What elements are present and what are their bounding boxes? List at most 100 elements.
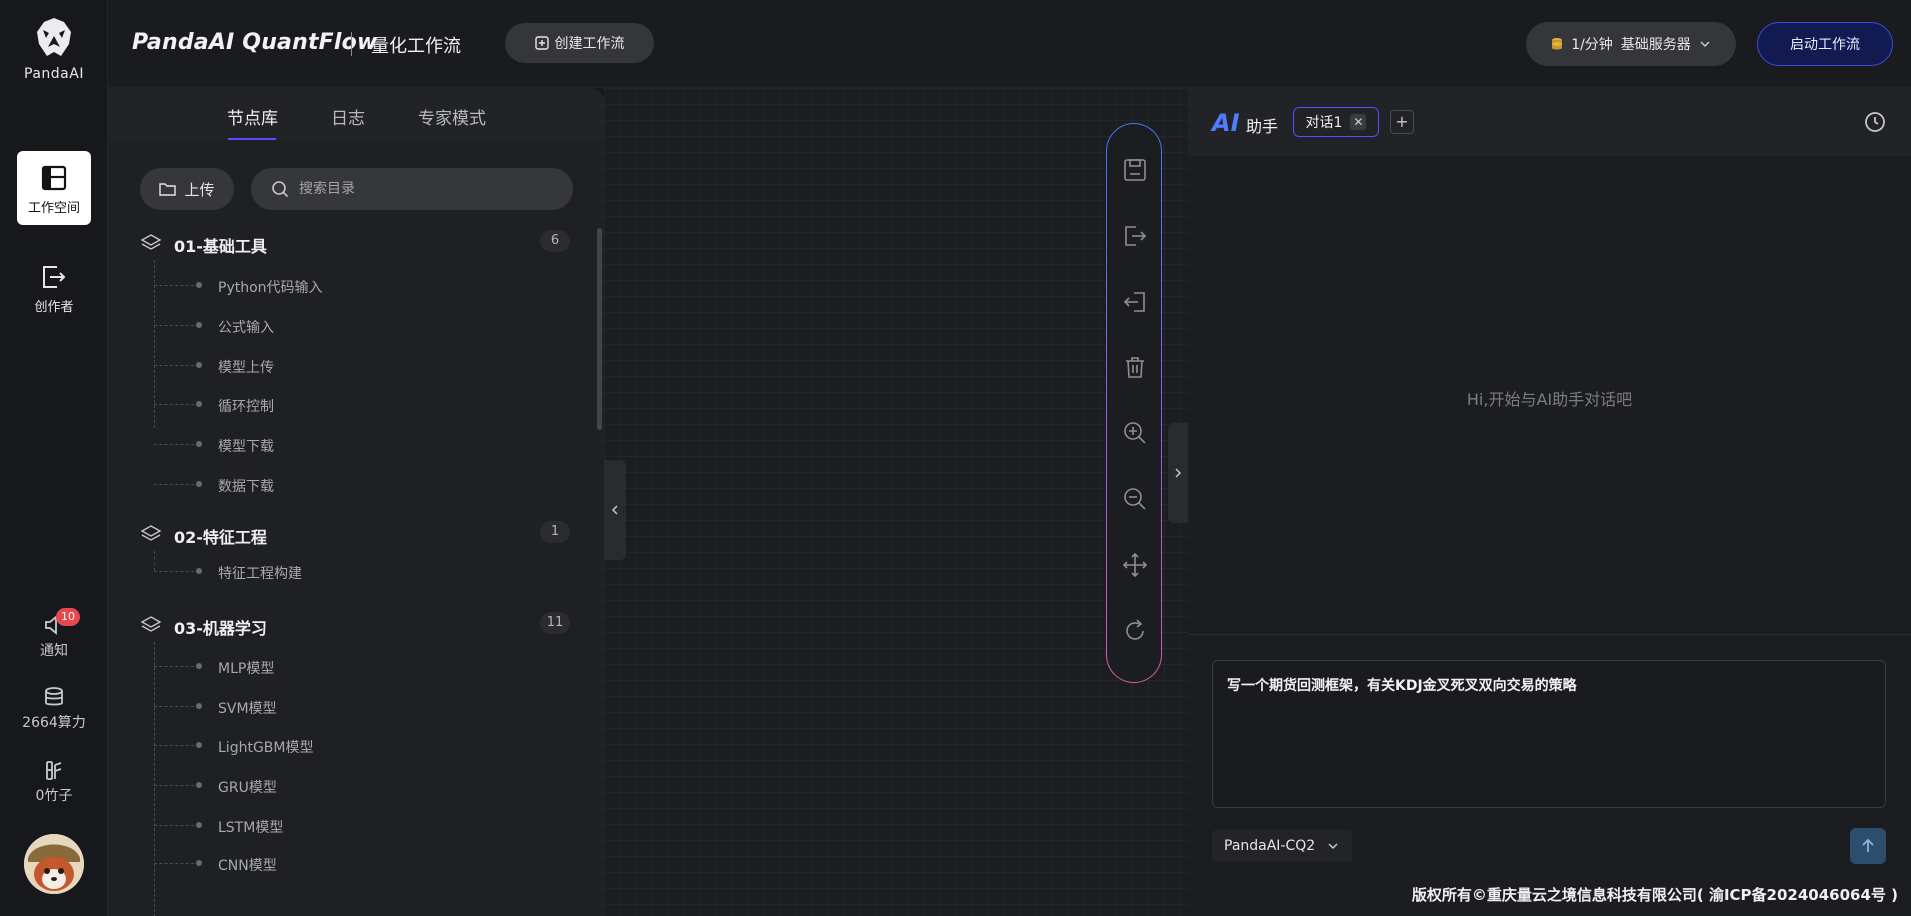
ai-assistant-panel: AI 助手 对话1 ✕ + Hi,开始与AI助手对话吧 PandaAI-CQ2 — [1188, 88, 1911, 916]
avatar-panda-icon — [24, 834, 84, 894]
node-item[interactable]: 模型上传 — [154, 354, 454, 378]
send-button[interactable] — [1850, 828, 1886, 864]
zoom-out-icon[interactable] — [1121, 485, 1149, 513]
chevron-right-icon — [1175, 468, 1182, 478]
node-item[interactable]: LightGBM模型 — [154, 734, 454, 758]
tab-logs[interactable]: 日志 — [331, 104, 365, 129]
node-library-panel: 节点库 日志 专家模式 上传 01-基础工具 6 Python代码输入 公式输入 — [108, 88, 604, 916]
node-dot — [196, 282, 202, 288]
chevron-down-icon — [1328, 843, 1338, 849]
database-icon — [45, 687, 63, 706]
search-input[interactable] — [299, 181, 549, 197]
active-tab-indicator — [228, 138, 276, 140]
server-name: 基础服务器 — [1620, 37, 1691, 53]
node-item[interactable]: Python代码输入 — [154, 274, 454, 298]
node-dot — [196, 481, 202, 487]
ai-divider — [1188, 634, 1911, 635]
bamboo-label: 0竹子 — [35, 788, 73, 804]
node-item[interactable]: CNN模型 — [154, 852, 454, 876]
model-select[interactable]: PandaAI-CQ2 — [1212, 830, 1352, 862]
search-icon — [272, 181, 289, 198]
brand-logo[interactable]: PandaAI — [0, 16, 108, 82]
app-title: PandaAI QuantFlow — [132, 30, 378, 55]
tab-expert-mode[interactable]: 专家模式 — [418, 104, 486, 129]
workspace-nav[interactable]: 工作空间 — [17, 151, 91, 225]
layers-icon — [140, 525, 162, 541]
tab-node-library[interactable]: 节点库 — [227, 104, 278, 129]
save-icon[interactable] — [1121, 156, 1149, 184]
close-icon[interactable]: ✕ — [1350, 114, 1367, 130]
trash-icon[interactable] — [1121, 353, 1149, 381]
node-dot — [196, 568, 202, 574]
node-item[interactable]: GRU模型 — [154, 774, 454, 798]
server-rate: 1/分钟 — [1571, 37, 1613, 53]
node-label: CNN模型 — [218, 858, 277, 874]
node-item[interactable]: LSTM模型 — [154, 814, 454, 838]
bamboo-icon — [46, 761, 62, 780]
category-count: 1 — [540, 521, 570, 543]
export-icon[interactable] — [1121, 222, 1149, 250]
category-basic-tools[interactable]: 01-基础工具 6 — [140, 228, 570, 258]
node-label: 模型上传 — [218, 360, 274, 376]
move-icon[interactable] — [1121, 551, 1149, 579]
app-subtitle: 量化工作流 — [371, 36, 461, 57]
node-item[interactable]: MLP模型 — [154, 655, 454, 679]
node-label: SVM模型 — [218, 701, 277, 717]
node-item[interactable]: 公式输入 — [154, 314, 454, 338]
node-dot — [196, 703, 202, 709]
workspace-icon — [41, 165, 67, 191]
node-label: LSTM模型 — [218, 820, 284, 836]
notify-badge: 10 — [56, 608, 80, 626]
conversation-tab[interactable]: 对话1 ✕ — [1293, 107, 1379, 137]
arrow-up-icon — [1862, 838, 1874, 852]
category-name: 03-机器学习 — [174, 619, 267, 638]
node-item[interactable]: 数据下载 — [154, 473, 454, 497]
node-item[interactable]: 模型下载 — [154, 433, 454, 457]
ai-logo: AI — [1212, 109, 1240, 137]
category-count: 11 — [540, 612, 570, 634]
category-name: 01-基础工具 — [174, 237, 267, 256]
conversation-tab-label: 对话1 — [1305, 115, 1343, 131]
node-panel-scrollbar[interactable] — [597, 228, 602, 430]
bamboo-nav[interactable]: 0竹子 — [0, 759, 108, 805]
node-item[interactable]: 循环控制 — [154, 393, 454, 417]
category-feature-engineering[interactable]: 02-特征工程 1 — [140, 519, 570, 549]
collapse-panel-button[interactable] — [604, 460, 626, 560]
start-workflow-button[interactable]: 启动工作流 — [1757, 22, 1893, 66]
workspace-label: 工作空间 — [27, 201, 80, 216]
notify-nav[interactable]: 10 通知 — [0, 608, 108, 660]
node-label: Python代码输入 — [218, 280, 323, 296]
category-name: 02-特征工程 — [174, 528, 267, 547]
node-dot — [196, 362, 202, 368]
workflow-canvas[interactable] — [604, 88, 1188, 916]
chevron-left-icon — [611, 505, 618, 515]
top-header: PandaAI QuantFlow 量化工作流 创建工作流 1/分钟 基础服务器… — [108, 0, 1911, 88]
refresh-icon[interactable] — [1121, 617, 1149, 645]
history-icon[interactable] — [1863, 110, 1887, 134]
user-avatar[interactable] — [24, 834, 84, 894]
creator-icon — [43, 266, 66, 288]
import-icon[interactable] — [1121, 288, 1149, 316]
node-dot — [196, 860, 202, 866]
node-item[interactable]: SVM模型 — [154, 695, 454, 719]
layers-icon — [140, 616, 162, 632]
folder-icon — [159, 183, 177, 196]
create-workflow-button[interactable]: 创建工作流 — [505, 23, 654, 63]
add-conversation-button[interactable]: + — [1390, 110, 1414, 134]
collapse-assistant-button[interactable] — [1168, 423, 1188, 523]
upload-button[interactable]: 上传 — [140, 168, 234, 210]
category-machine-learning[interactable]: 03-机器学习 11 — [140, 610, 570, 640]
compute-nav[interactable]: 2664算力 — [0, 686, 108, 732]
copyright-text: 版权所有©重庆量云之境信息科技有限公司( 渝ICP备2024046064号 ) — [1411, 886, 1898, 904]
creator-nav[interactable]: 创作者 — [17, 250, 91, 324]
model-name: PandaAI-CQ2 — [1224, 838, 1316, 854]
compute-label: 2664算力 — [22, 715, 86, 731]
chat-input[interactable] — [1212, 660, 1886, 808]
zoom-in-icon[interactable] — [1121, 419, 1149, 447]
node-item[interactable]: 特征工程构建 — [154, 560, 454, 584]
node-dot — [196, 663, 202, 669]
node-label: 模型下载 — [218, 439, 274, 455]
node-dot — [196, 322, 202, 328]
server-select[interactable]: 1/分钟 基础服务器 — [1526, 22, 1736, 66]
panda-logo-icon — [37, 18, 71, 56]
